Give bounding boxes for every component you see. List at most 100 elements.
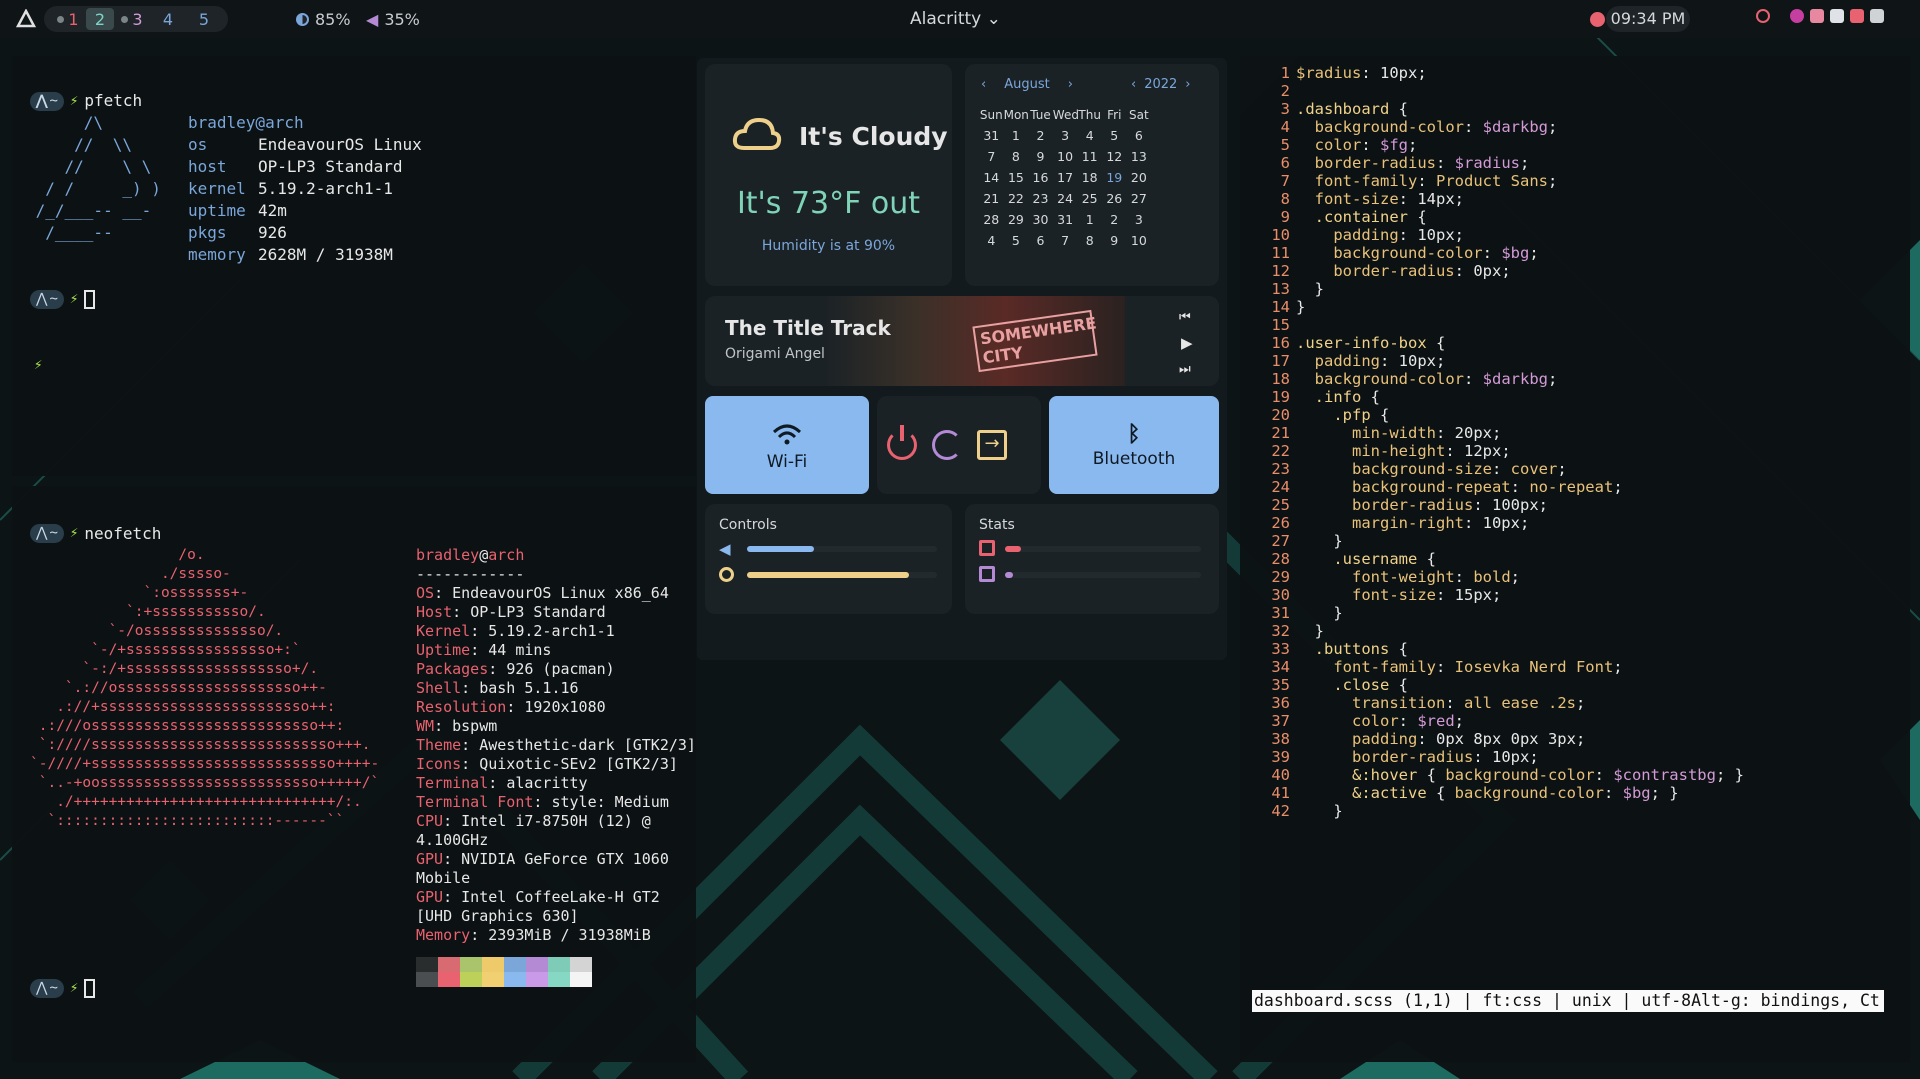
brightness-slider[interactable] — [747, 572, 937, 578]
calendar-day[interactable]: 2 — [1102, 212, 1127, 227]
calendar-day[interactable]: 25 — [1077, 191, 1102, 206]
calendar-day[interactable]: 16 — [1028, 170, 1053, 185]
calendar-day[interactable]: 1 — [1004, 128, 1029, 143]
neofetch-row: Resolution: 1920x1080 — [416, 698, 696, 717]
neofetch-value: Intel i7-8750H (12) @ 4.100GHz — [416, 812, 651, 849]
workspace-3[interactable]: 3 — [114, 8, 150, 30]
calendar-day[interactable]: 7 — [979, 149, 1004, 164]
calendar-day[interactable]: 17 — [1053, 170, 1078, 185]
prompt-line: ⋀ ~ ⚡ — [30, 288, 96, 310]
weather-humidity: Humidity is at 90% — [761, 238, 896, 254]
next-year-button[interactable]: › — [1185, 77, 1190, 92]
power-icon[interactable] — [1756, 9, 1770, 23]
workspace-2[interactable]: 2 — [86, 8, 114, 30]
neofetch-key: Shell — [416, 679, 462, 697]
neofetch-row: OS: EndeavourOS Linux x86_64 — [416, 584, 696, 603]
discord-icon[interactable] — [1830, 9, 1844, 23]
calendar-day[interactable]: 30 — [1028, 212, 1053, 227]
wifi-toggle[interactable]: Wi-Fi — [705, 396, 869, 494]
previous-track-icon[interactable]: ⏮ — [1179, 310, 1191, 325]
pfetch-user: bradley@arch — [188, 113, 304, 132]
editor-status-line: dashboard.scss (1,1) | ft:css | unix | u… — [1252, 990, 1884, 1012]
neofetch-colon: : — [533, 793, 543, 811]
firefox-icon[interactable] — [1790, 9, 1804, 23]
neofetch-row: Uptime: 44 mins — [416, 641, 696, 660]
neofetch-key: Terminal Font — [416, 793, 534, 811]
brightness-icon — [719, 567, 734, 582]
neofetch-value: NVIDIA GeForce GTX 1060 Mobile — [416, 850, 669, 887]
calendar-day[interactable]: 6 — [1028, 233, 1053, 248]
calendar-day[interactable]: 5 — [1004, 233, 1029, 248]
next-track-icon[interactable]: ⏭ — [1179, 362, 1191, 377]
pfetch-info: bradley@arch os EndeavourOS Linux host OP-L… — [188, 112, 422, 266]
pfetch-terminal[interactable]: ⋀ ~ ⚡ pfetch /\ // \\ // \ \ / / _) ) /_/… — [12, 56, 696, 476]
next-month-button[interactable]: › — [1068, 77, 1073, 92]
calendar-day[interactable]: 15 — [1004, 170, 1029, 185]
brightness-indicator[interactable]: 85% — [296, 10, 351, 29]
network-icon[interactable] — [1850, 9, 1864, 23]
calendar-day[interactable]: 7 — [1053, 233, 1078, 248]
calendar-day[interactable]: 8 — [1004, 149, 1029, 164]
palette-swatch — [570, 957, 592, 972]
pfetch-value: 5.19.2-arch1-1 — [258, 179, 393, 198]
bluetooth-tray-icon[interactable] — [1810, 9, 1824, 23]
calendar-day[interactable]: 19 — [1102, 170, 1127, 185]
calendar-day[interactable]: 20 — [1127, 170, 1152, 185]
neofetch-value: OP-LP3 Standard — [470, 603, 606, 621]
calendar-day[interactable]: 31 — [979, 128, 1004, 143]
calendar-day[interactable]: 11 — [1077, 149, 1102, 164]
calendar-day[interactable]: 13 — [1127, 149, 1152, 164]
display-icon[interactable] — [1870, 9, 1884, 23]
calendar-day[interactable]: 3 — [1053, 128, 1078, 143]
calendar-day[interactable]: 14 — [979, 170, 1004, 185]
bluetooth-toggle[interactable]: ᛒ Bluetooth — [1049, 396, 1219, 494]
neofetch-row: GPU: NVIDIA GeForce GTX 1060 Mobile — [416, 850, 696, 888]
neofetch-terminal[interactable]: ⋀ ~ ⚡ neofetch /o. ./sssso- `:osssssss+- … — [12, 486, 696, 1062]
volume-indicator[interactable]: ◀ 35% — [366, 10, 420, 29]
calendar-day[interactable]: 5 — [1102, 128, 1127, 143]
active-window-title[interactable]: Alacritty ⌄ — [910, 9, 1001, 29]
play-icon[interactable]: ▶ — [1181, 334, 1193, 352]
pfetch-key: os — [188, 135, 208, 154]
calendar-day[interactable]: 9 — [1102, 233, 1127, 248]
volume-slider[interactable] — [747, 546, 937, 552]
calendar-day[interactable]: 3 — [1127, 212, 1152, 227]
calendar-day[interactable]: 10 — [1053, 149, 1078, 164]
calendar-day[interactable]: 27 — [1127, 191, 1152, 206]
calendar-day[interactable]: 23 — [1028, 191, 1053, 206]
calendar-day[interactable]: 22 — [1004, 191, 1029, 206]
calendar-day[interactable]: 4 — [1077, 128, 1102, 143]
calendar-day[interactable]: 9 — [1028, 149, 1053, 164]
calendar-day[interactable]: 12 — [1102, 149, 1127, 164]
calendar-day[interactable]: 29 — [1004, 212, 1029, 227]
palette-swatch — [504, 957, 526, 972]
code-editor[interactable]: 1 $radius: 10px; 2 3 .dashboard {4 backgroun… — [1240, 56, 1910, 1062]
calendar-day[interactable]: 10 — [1127, 233, 1152, 248]
logout-icon[interactable]: → — [977, 430, 1007, 460]
calendar-day[interactable]: 6 — [1127, 128, 1152, 143]
prev-month-button[interactable]: ‹ — [981, 77, 986, 92]
power-icon[interactable] — [887, 425, 917, 460]
calendar-day[interactable]: 1 — [1077, 212, 1102, 227]
clock[interactable]: 09:34 PM — [1606, 6, 1690, 32]
calendar-day[interactable]: 4 — [979, 233, 1004, 248]
calendar-day[interactable]: 21 — [979, 191, 1004, 206]
calendar-day[interactable]: 31 — [1053, 212, 1078, 227]
workspace-4[interactable]: 4 — [150, 8, 186, 30]
prev-year-button[interactable]: ‹ — [1131, 77, 1136, 92]
weekday-label: Sun — [979, 108, 1003, 122]
calendar-day[interactable]: 26 — [1102, 191, 1127, 206]
speaker-icon: ◀ — [366, 10, 379, 29]
calendar-day[interactable]: 8 — [1077, 233, 1102, 248]
palette-swatch — [482, 957, 504, 972]
calendar-day[interactable]: 2 — [1028, 128, 1053, 143]
calendar-day[interactable]: 24 — [1053, 191, 1078, 206]
calendar-day[interactable]: 28 — [979, 212, 1004, 227]
prompt-line: ⋀ ~ ⚡ pfetch — [30, 90, 142, 112]
shell-prompt: ⋀ ~ — [30, 524, 64, 543]
endeavour-logo-icon[interactable] — [16, 9, 36, 29]
restart-icon[interactable] — [932, 430, 962, 460]
workspace-1[interactable]: 1 — [50, 8, 86, 30]
calendar-day[interactable]: 18 — [1077, 170, 1102, 185]
workspace-5[interactable]: 5 — [186, 8, 222, 30]
